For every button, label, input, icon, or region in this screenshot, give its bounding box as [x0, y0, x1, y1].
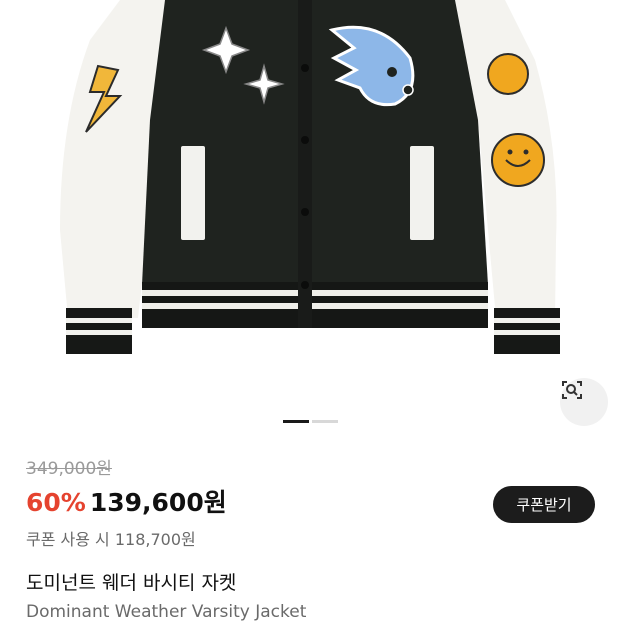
price-row: 60% 139,600원 — [26, 483, 227, 519]
carousel-indicator — [283, 420, 338, 424]
original-price: 349,000원 — [26, 459, 112, 479]
carousel-dot-active[interactable] — [283, 420, 309, 423]
image-search-icon — [562, 381, 582, 399]
get-coupon-button[interactable]: 쿠폰받기 — [493, 486, 595, 523]
image-search-button[interactable] — [560, 378, 608, 426]
product-name-english: Dominant Weather Varsity Jacket — [26, 602, 307, 622]
product-name-korean: 도미넌트 웨더 바시티 자켓 — [26, 572, 237, 594]
carousel-dot[interactable] — [312, 420, 338, 423]
discount-rate: 60% — [26, 488, 86, 517]
product-image[interactable] — [0, 0, 620, 448]
sale-price: 139,600원 — [89, 488, 227, 517]
jacket-illustration — [60, 0, 560, 354]
coupon-price: 쿠폰 사용 시 118,700원 — [26, 530, 196, 549]
